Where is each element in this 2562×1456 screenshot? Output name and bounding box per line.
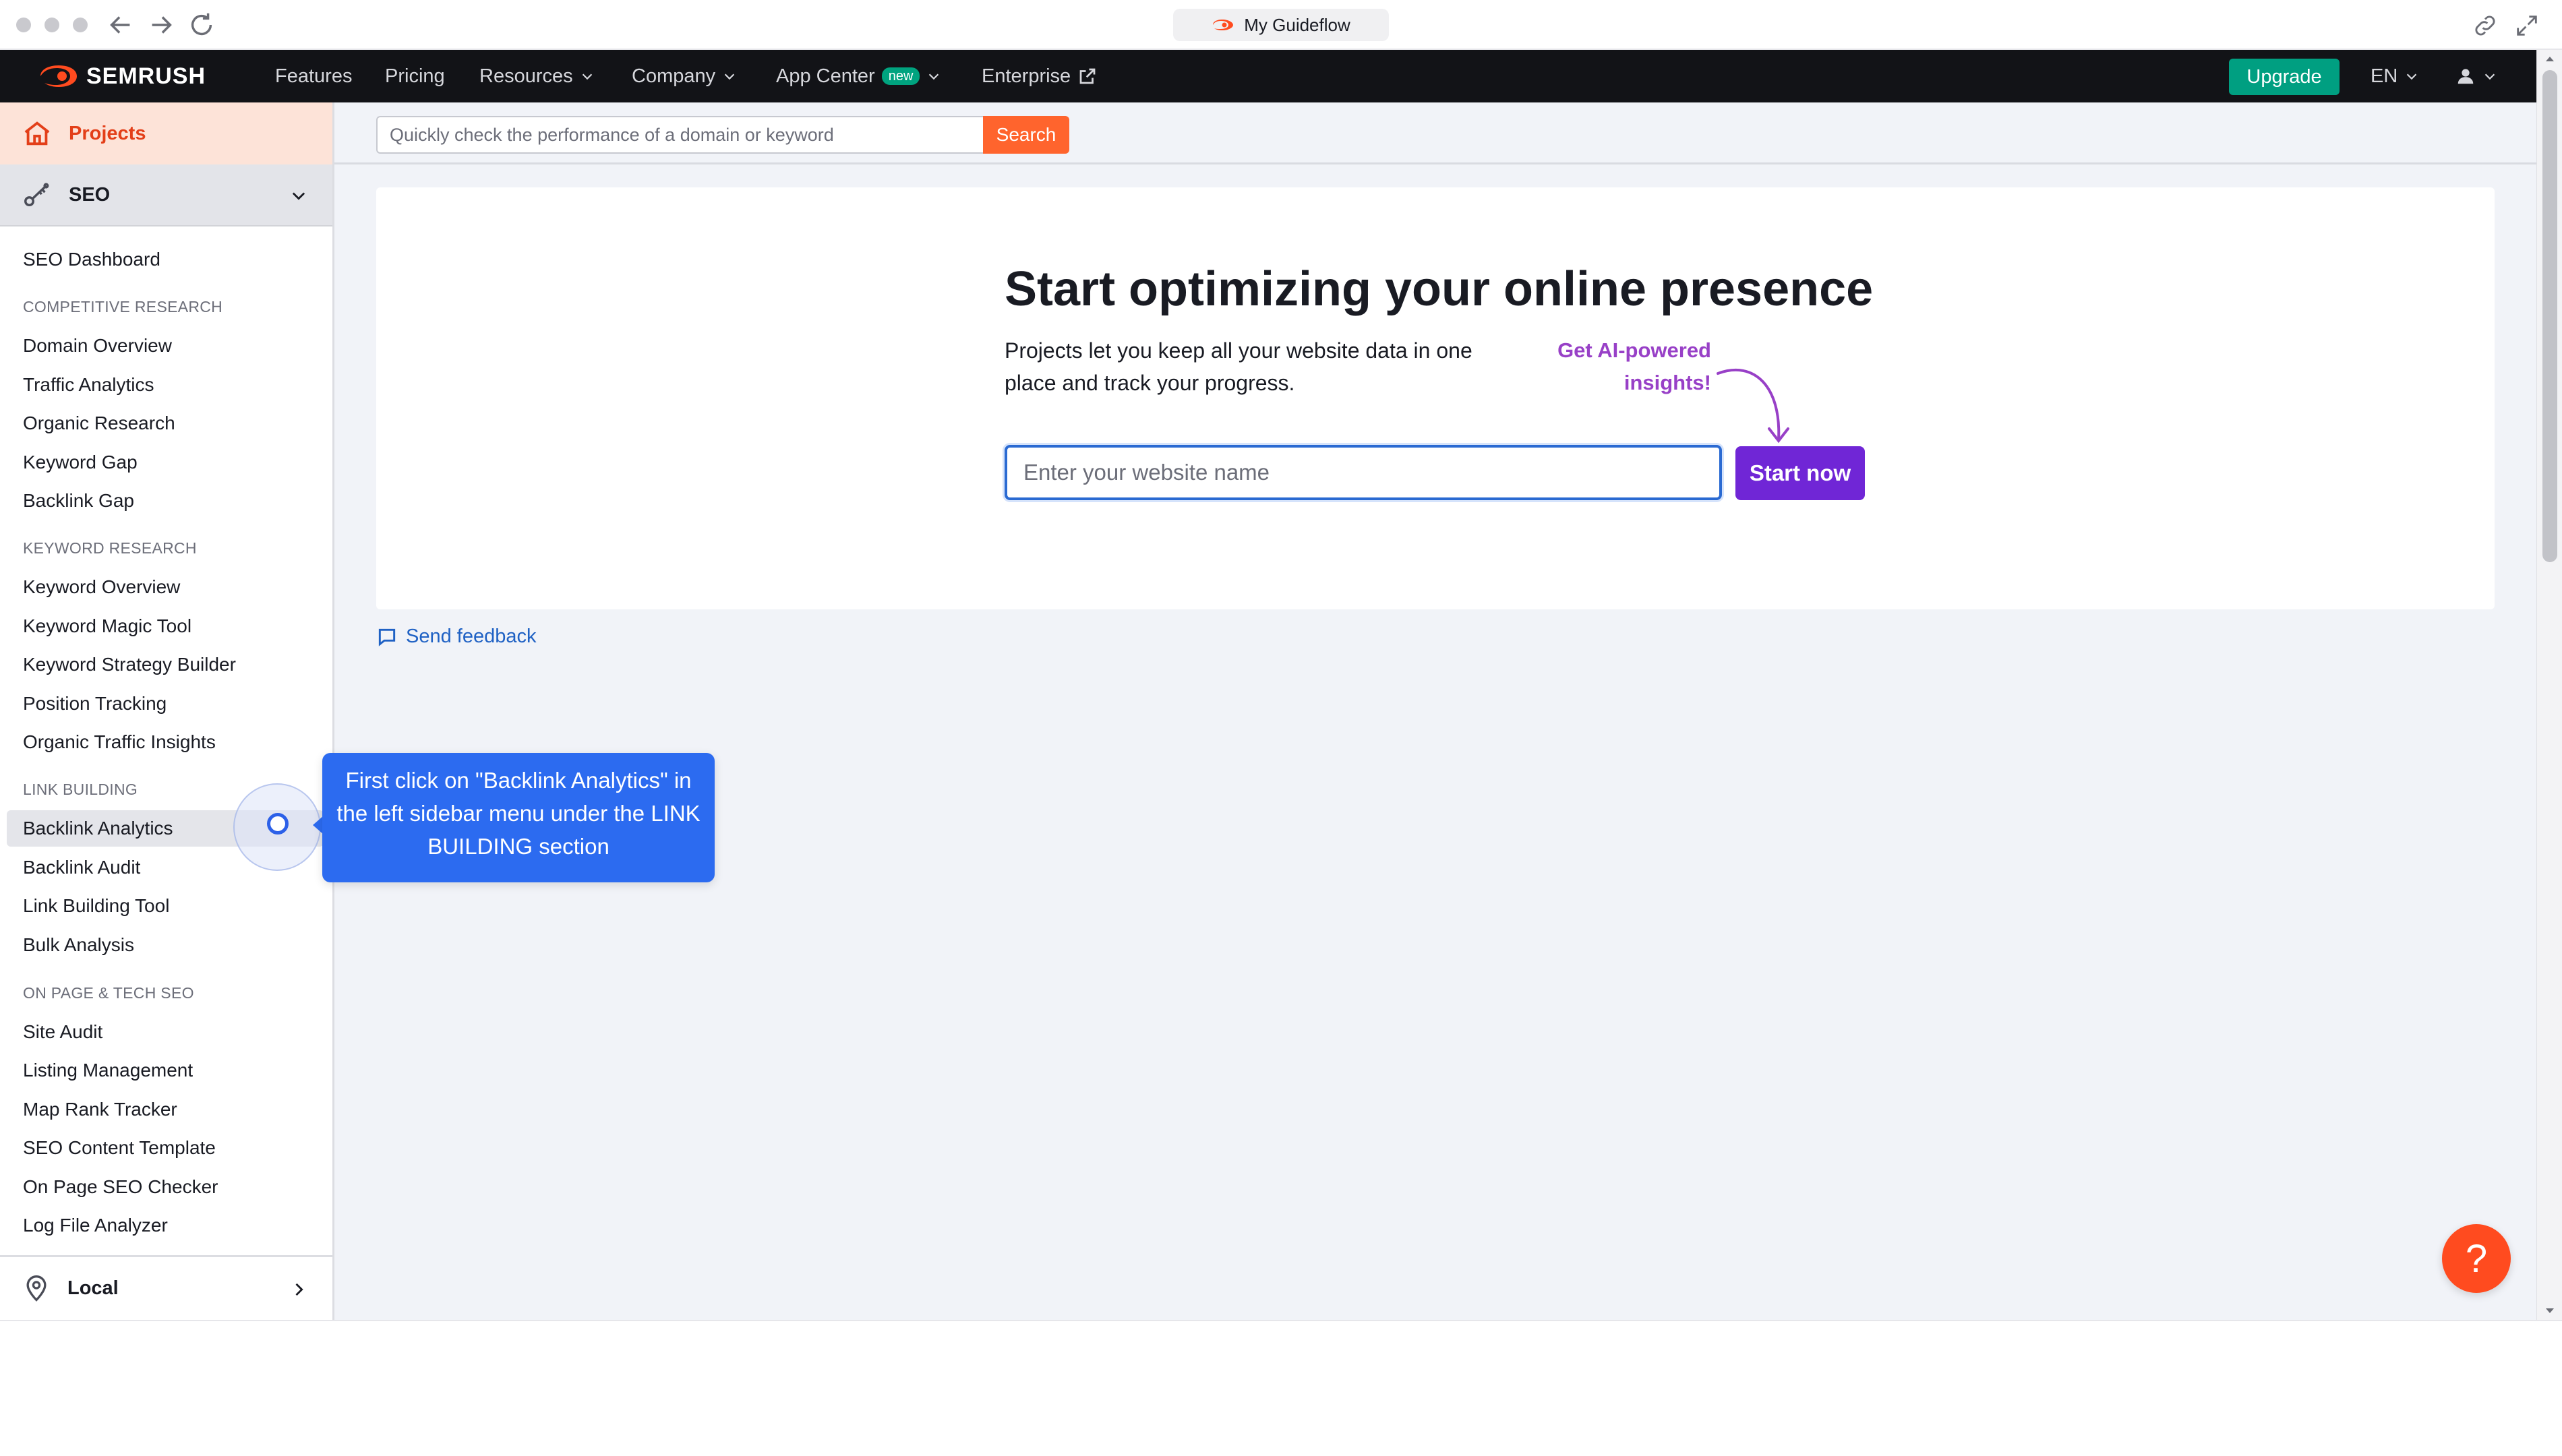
user-icon [2457,69,2474,84]
sidebar-item-log-file-analyzer[interactable]: Log File Analyzer [0,1207,332,1244]
guide-tooltip: First click on "Backlink Analytics" in t… [322,753,715,882]
sidebar-item-position-tracking[interactable]: Position Tracking [0,686,332,722]
page-title: Start optimizing your online presence [1005,262,1874,316]
nav-resources[interactable]: Resources [479,50,595,102]
sidebar-item-organic-research[interactable]: Organic Research [0,405,332,442]
sidebar-item-keyword-magic-tool[interactable]: Keyword Magic Tool [0,608,332,644]
quick-search-input[interactable] [376,116,983,154]
top-navigation: SEMRUSH Features Pricing Resources Compa… [0,50,2536,102]
sidebar-item-projects[interactable]: Projects [0,102,332,164]
sidebar-item-seo-dashboard[interactable]: SEO Dashboard [0,241,332,278]
nav-company[interactable]: Company [632,50,737,102]
new-badge: new [881,67,920,85]
home-icon [24,121,50,146]
language-selector[interactable]: EN [2371,50,2419,102]
sidebar-local-label: Local [67,1277,119,1299]
external-link-icon [1079,68,1096,84]
nav-app-center[interactable]: App Center new [776,50,941,102]
page-scrollbar[interactable] [2536,50,2562,1320]
curved-arrow-icon [1717,369,1789,444]
chevron-down-icon [929,73,939,80]
scrollbar-thumb[interactable] [2542,70,2557,562]
sidebar-section-competitive-research: COMPETITIVE RESEARCH [23,298,223,315]
start-now-button[interactable]: Start now [1735,446,1865,500]
nav-resources-label: Resources [479,65,573,87]
nav-app-center-label: App Center [776,65,875,87]
chevron-down-icon [2484,73,2495,80]
sidebar-section-keyword-research: KEYWORD RESEARCH [23,539,197,557]
sidebar-item-domain-overview[interactable]: Domain Overview [0,328,332,364]
browser-chrome: My Guideflow [0,0,2562,50]
window-close-dot[interactable] [16,18,31,32]
nav-pricing-label: Pricing [385,65,445,87]
website-name-input[interactable] [1005,445,1722,500]
expand-icon[interactable] [2513,12,2540,39]
account-menu[interactable] [2455,50,2497,102]
chevron-down-icon [582,73,592,80]
ai-insights-note: Get AI-powered insights! [1557,338,1711,394]
sidebar-item-site-audit[interactable]: Site Audit [0,1014,332,1050]
semrush-logo-icon [1213,20,1234,30]
send-feedback-link[interactable]: Send feedback [376,626,536,648]
browser-tab[interactable]: My Guideflow [1173,9,1389,41]
logo-text: SEMRUSH [86,63,206,89]
nav-pricing[interactable]: Pricing [385,50,445,102]
link-icon[interactable] [2472,12,2499,39]
language-label: EN [2371,65,2398,87]
chat-bubble-icon [378,628,396,646]
sidebar-item-listing-management[interactable]: Listing Management [0,1052,332,1089]
window-maximize-dot[interactable] [73,18,88,32]
chevron-down-icon [2407,73,2417,80]
sidebar-section-link-building: LINK BUILDING [23,781,138,798]
sidebar: Projects SEO SEO Dashboard COMPETITIVE R… [0,102,334,1320]
chevron-right-icon [295,1283,303,1296]
sidebar-item-seo-content-template[interactable]: SEO Content Template [0,1130,332,1166]
sidebar-item-keyword-overview[interactable]: Keyword Overview [0,569,332,605]
sidebar-section-on-page-tech-seo: ON PAGE & TECH SEO [23,984,194,1002]
scroll-down-icon[interactable] [2543,1304,2557,1317]
sidebar-item-link-building-tool[interactable]: Link Building Tool [0,888,332,924]
sidebar-item-traffic-analytics[interactable]: Traffic Analytics [0,367,332,403]
semrush-logo[interactable]: SEMRUSH [38,62,206,90]
sidebar-item-organic-traffic-insights[interactable]: Organic Traffic Insights [0,724,332,760]
nav-enterprise-label: Enterprise [982,65,1071,87]
seo-key-icon [24,183,49,207]
chevron-down-icon [292,192,305,200]
nav-enterprise[interactable]: Enterprise [982,50,1098,102]
hero-description: Projects let you keep all your website d… [1005,338,1472,395]
send-feedback-label: Send feedback [406,626,537,647]
search-button[interactable]: Search [983,116,1069,154]
sidebar-item-map-rank-tracker[interactable]: Map Rank Tracker [0,1091,332,1128]
sidebar-item-keyword-strategy-builder[interactable]: Keyword Strategy Builder [0,646,332,683]
chevron-down-icon [724,73,735,80]
back-arrow-icon[interactable] [105,9,136,40]
nav-company-label: Company [632,65,716,87]
sidebar-item-keyword-gap[interactable]: Keyword Gap [0,444,332,481]
sidebar-projects-label: Projects [69,122,146,144]
quick-search-bar: Search [334,102,2536,164]
reload-icon[interactable] [186,9,217,40]
forward-arrow-icon[interactable] [146,9,177,40]
main-content: Search Start optimizing your online pres… [334,102,2536,1320]
help-button[interactable]: ? [2442,1224,2511,1293]
nav-features-label: Features [275,65,353,87]
sidebar-item-seo[interactable]: SEO [0,164,332,226]
sidebar-item-backlink-gap[interactable]: Backlink Gap [0,483,332,519]
projects-empty-state-card: Start optimizing your online presence Pr… [376,187,2495,609]
scroll-up-icon[interactable] [2543,53,2557,66]
window-minimize-dot[interactable] [44,18,59,32]
sidebar-item-bulk-analysis[interactable]: Bulk Analysis [0,927,332,963]
tab-title: My Guideflow [1244,14,1350,35]
guide-hotspot-dot[interactable] [267,813,289,835]
sidebar-seo-label: SEO [69,183,111,206]
semrush-logo-icon [40,65,77,87]
nav-features[interactable]: Features [275,50,352,102]
upgrade-button[interactable]: Upgrade [2229,59,2340,95]
empty-area-below-window [0,1320,2562,1456]
sidebar-item-on-page-seo-checker[interactable]: On Page SEO Checker [0,1169,332,1205]
sidebar-item-local[interactable]: Local [0,1255,332,1320]
location-pin-icon [26,1275,47,1302]
